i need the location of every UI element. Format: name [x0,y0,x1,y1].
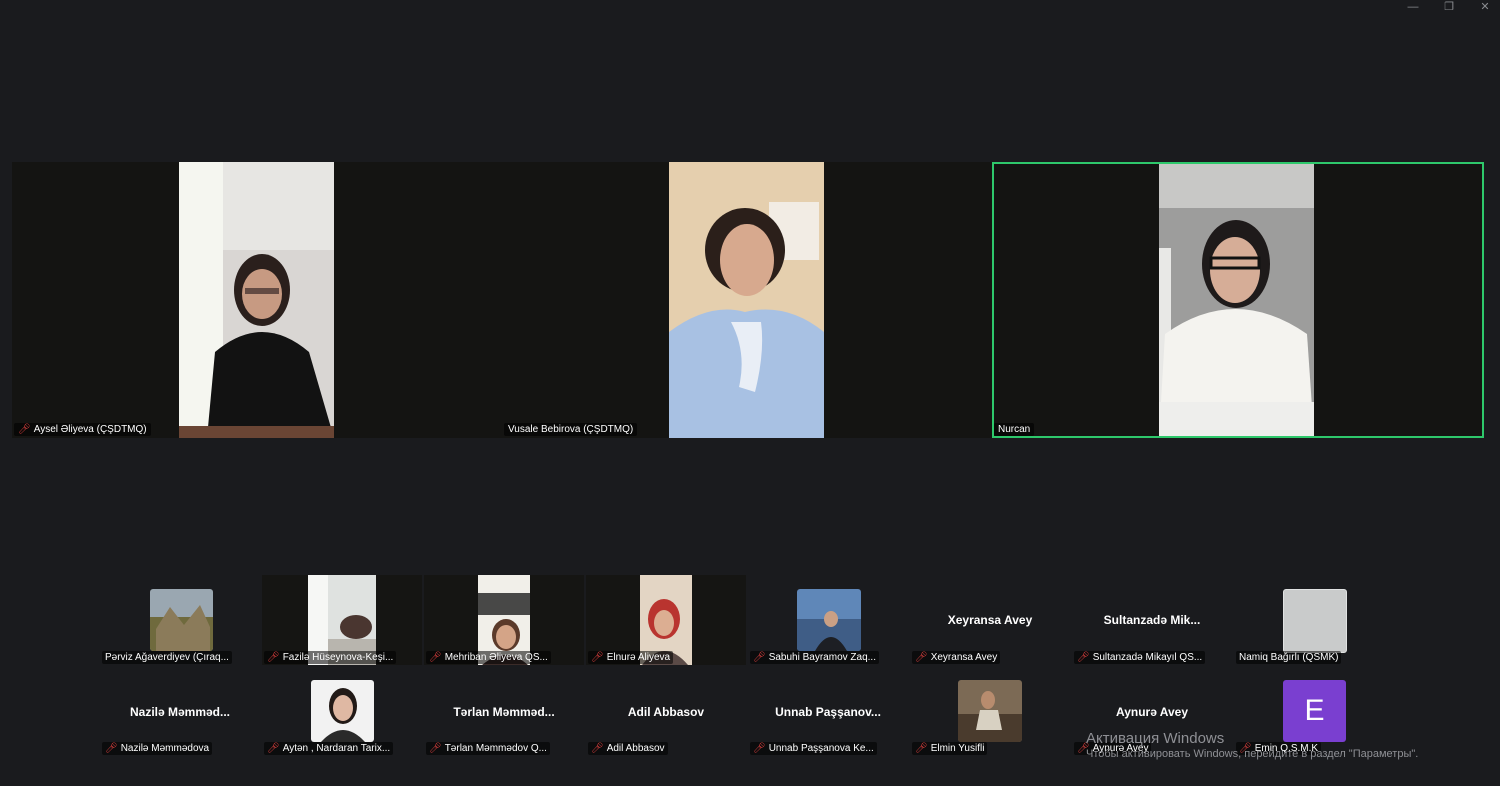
participant-video [669,162,824,438]
video-tile-2[interactable]: Vusale Bebirova (ÇŞDTMQ) [502,162,992,438]
participant-name-label: Nurcan [994,423,1035,436]
mic-muted-icon: 🎤︎ [105,742,118,754]
gallery-tile[interactable]: 🎤︎ Elmin Yusifli [910,666,1070,756]
mic-muted-icon: 🎤︎ [753,742,766,754]
mic-muted-icon: 🎤︎ [429,651,442,663]
participant-display-name: Nazilə Məmməd... [129,705,231,719]
mic-muted-icon: 🎤︎ [915,742,928,754]
gallery-tile[interactable]: Tərlan Məmməd... 🎤︎ Tərlan Məmmədov Q... [424,666,584,756]
participant-avatar [150,589,213,651]
mic-muted-icon: 🎤︎ [915,651,928,663]
participant-name: 🎤︎ Unnab Paşşanova Ke... [750,742,877,755]
restore-button[interactable]: ❐ [1442,2,1456,13]
mic-muted-icon: 🎤︎ [591,651,604,663]
gallery-tile[interactable]: 🎤︎ Fazilə Hüseynova-Keşi... [262,575,422,665]
participant-display-name: Sultanzadə Mik... [1103,613,1201,627]
participant-video [1159,164,1314,436]
participant-avatar [797,589,861,651]
participant-display-name: Tərlan Məmməd... [453,705,555,719]
participant-name-label: Vusale Bebirova (ÇŞDTMQ) [504,423,638,436]
participant-name: 🎤︎ Sabuhi Bayramov Zaq... [750,651,879,664]
gallery-tile[interactable]: 🎤︎ Mehriban Əliyeva QS... [424,575,584,665]
mic-muted-icon: 🎤︎ [753,651,766,663]
mic-muted-icon: 🎤︎ [591,742,604,754]
participant-name: Namiq Bağırlı (QSMK) [1236,651,1342,664]
participant-name: 🎤︎ Mehriban Əliyeva QS... [426,651,551,664]
gallery-tile[interactable]: Sultanzadə Mik... 🎤︎ Sultanzadə Mikayıl Q… [1072,575,1232,665]
mic-muted-icon: 🎤︎ [267,651,280,663]
participant-display-name: Adil Abbasov [627,705,705,719]
avatar-letter: E [1304,694,1325,727]
minimize-button[interactable]: — [1406,2,1420,13]
participant-display-name: Aynurə Avey [1115,705,1189,719]
participant-name: 🎤︎ Elnurə Aliyeva [588,651,674,664]
participant-avatar [958,680,1022,742]
mic-muted-icon: 🎤︎ [18,423,31,435]
gallery-tile[interactable]: Pərviz Ağaverdiyev (Çıraq... [100,575,260,665]
participant-display-name: Xeyransa Avey [947,613,1033,627]
window-controls: — ❐ ✕ [1406,0,1492,14]
participant-name: 🎤︎ Nazilə Məmmədova [102,742,213,755]
gallery-tile[interactable]: Xeyransa Avey 🎤︎ Xeyransa Avey [910,575,1070,665]
windows-activation-watermark: Активация Windows Чтобы активировать Win… [1086,730,1418,760]
participant-name: Pərviz Ağaverdiyev (Çıraq... [102,651,232,664]
participant-name-label: 🎤︎ Aysel Əliyeva (ÇŞDTMQ) [14,423,151,436]
participant-video [179,162,334,438]
participant-display-name: Unnab Paşşanov... [775,705,881,719]
watermark-subtitle: Чтобы активировать Windows, перейдите в … [1086,748,1419,760]
gallery-tile[interactable]: 🎤︎ Elnurə Aliyeva [586,575,746,665]
close-button[interactable]: ✕ [1478,2,1492,13]
participant-name: 🎤︎ Adil Abbasov [588,742,668,755]
mic-muted-icon: 🎤︎ [267,742,280,754]
mic-muted-icon: 🎤︎ [429,742,442,754]
gallery-tile[interactable]: 🎤︎ Aytən , Nardaran Tarix... [262,666,422,756]
participant-name: 🎤︎ Aytən , Nardaran Tarix... [264,742,394,755]
participant-name: 🎤︎ Xeyransa Avey [912,651,1001,664]
gallery-tile[interactable]: Nazilə Məmməd... 🎤︎ Nazilə Məmmədova [100,666,260,756]
participant-name: Nurcan [998,424,1031,435]
participant-name: Aysel Əliyeva (ÇŞDTMQ) [33,424,147,435]
participant-name: Vusale Bebirova (ÇŞDTMQ) [508,424,634,435]
participant-name: 🎤︎ Tərlan Məmmədov Q... [426,742,550,755]
video-tile-1[interactable]: 🎤︎ Aysel Əliyeva (ÇŞDTMQ) [12,162,502,438]
participant-avatar [311,680,374,742]
gallery-tile[interactable]: Adil Abbasov 🎤︎ Adil Abbasov [586,666,746,756]
gallery-tile[interactable]: Unnab Paşşanov... 🎤︎ Unnab Paşşanova Ke..… [748,666,908,756]
mic-muted-icon: 🎤︎ [1077,651,1090,663]
watermark-title: Активация Windows [1086,730,1225,747]
participant-name: 🎤︎ Sultanzadə Mikayıl QS... [1074,651,1206,664]
gallery-tile[interactable]: Namiq Bağırlı (QSMK) [1234,575,1394,665]
gallery-tile[interactable]: 🎤︎ Sabuhi Bayramov Zaq... [748,575,908,665]
participant-avatar [1283,589,1347,653]
participant-name: 🎤︎ Elmin Yusifli [912,742,988,755]
video-tile-3-active-speaker[interactable]: Nurcan [992,162,1484,438]
participant-name: 🎤︎ Fazilə Hüseynova-Keşi... [264,651,397,664]
